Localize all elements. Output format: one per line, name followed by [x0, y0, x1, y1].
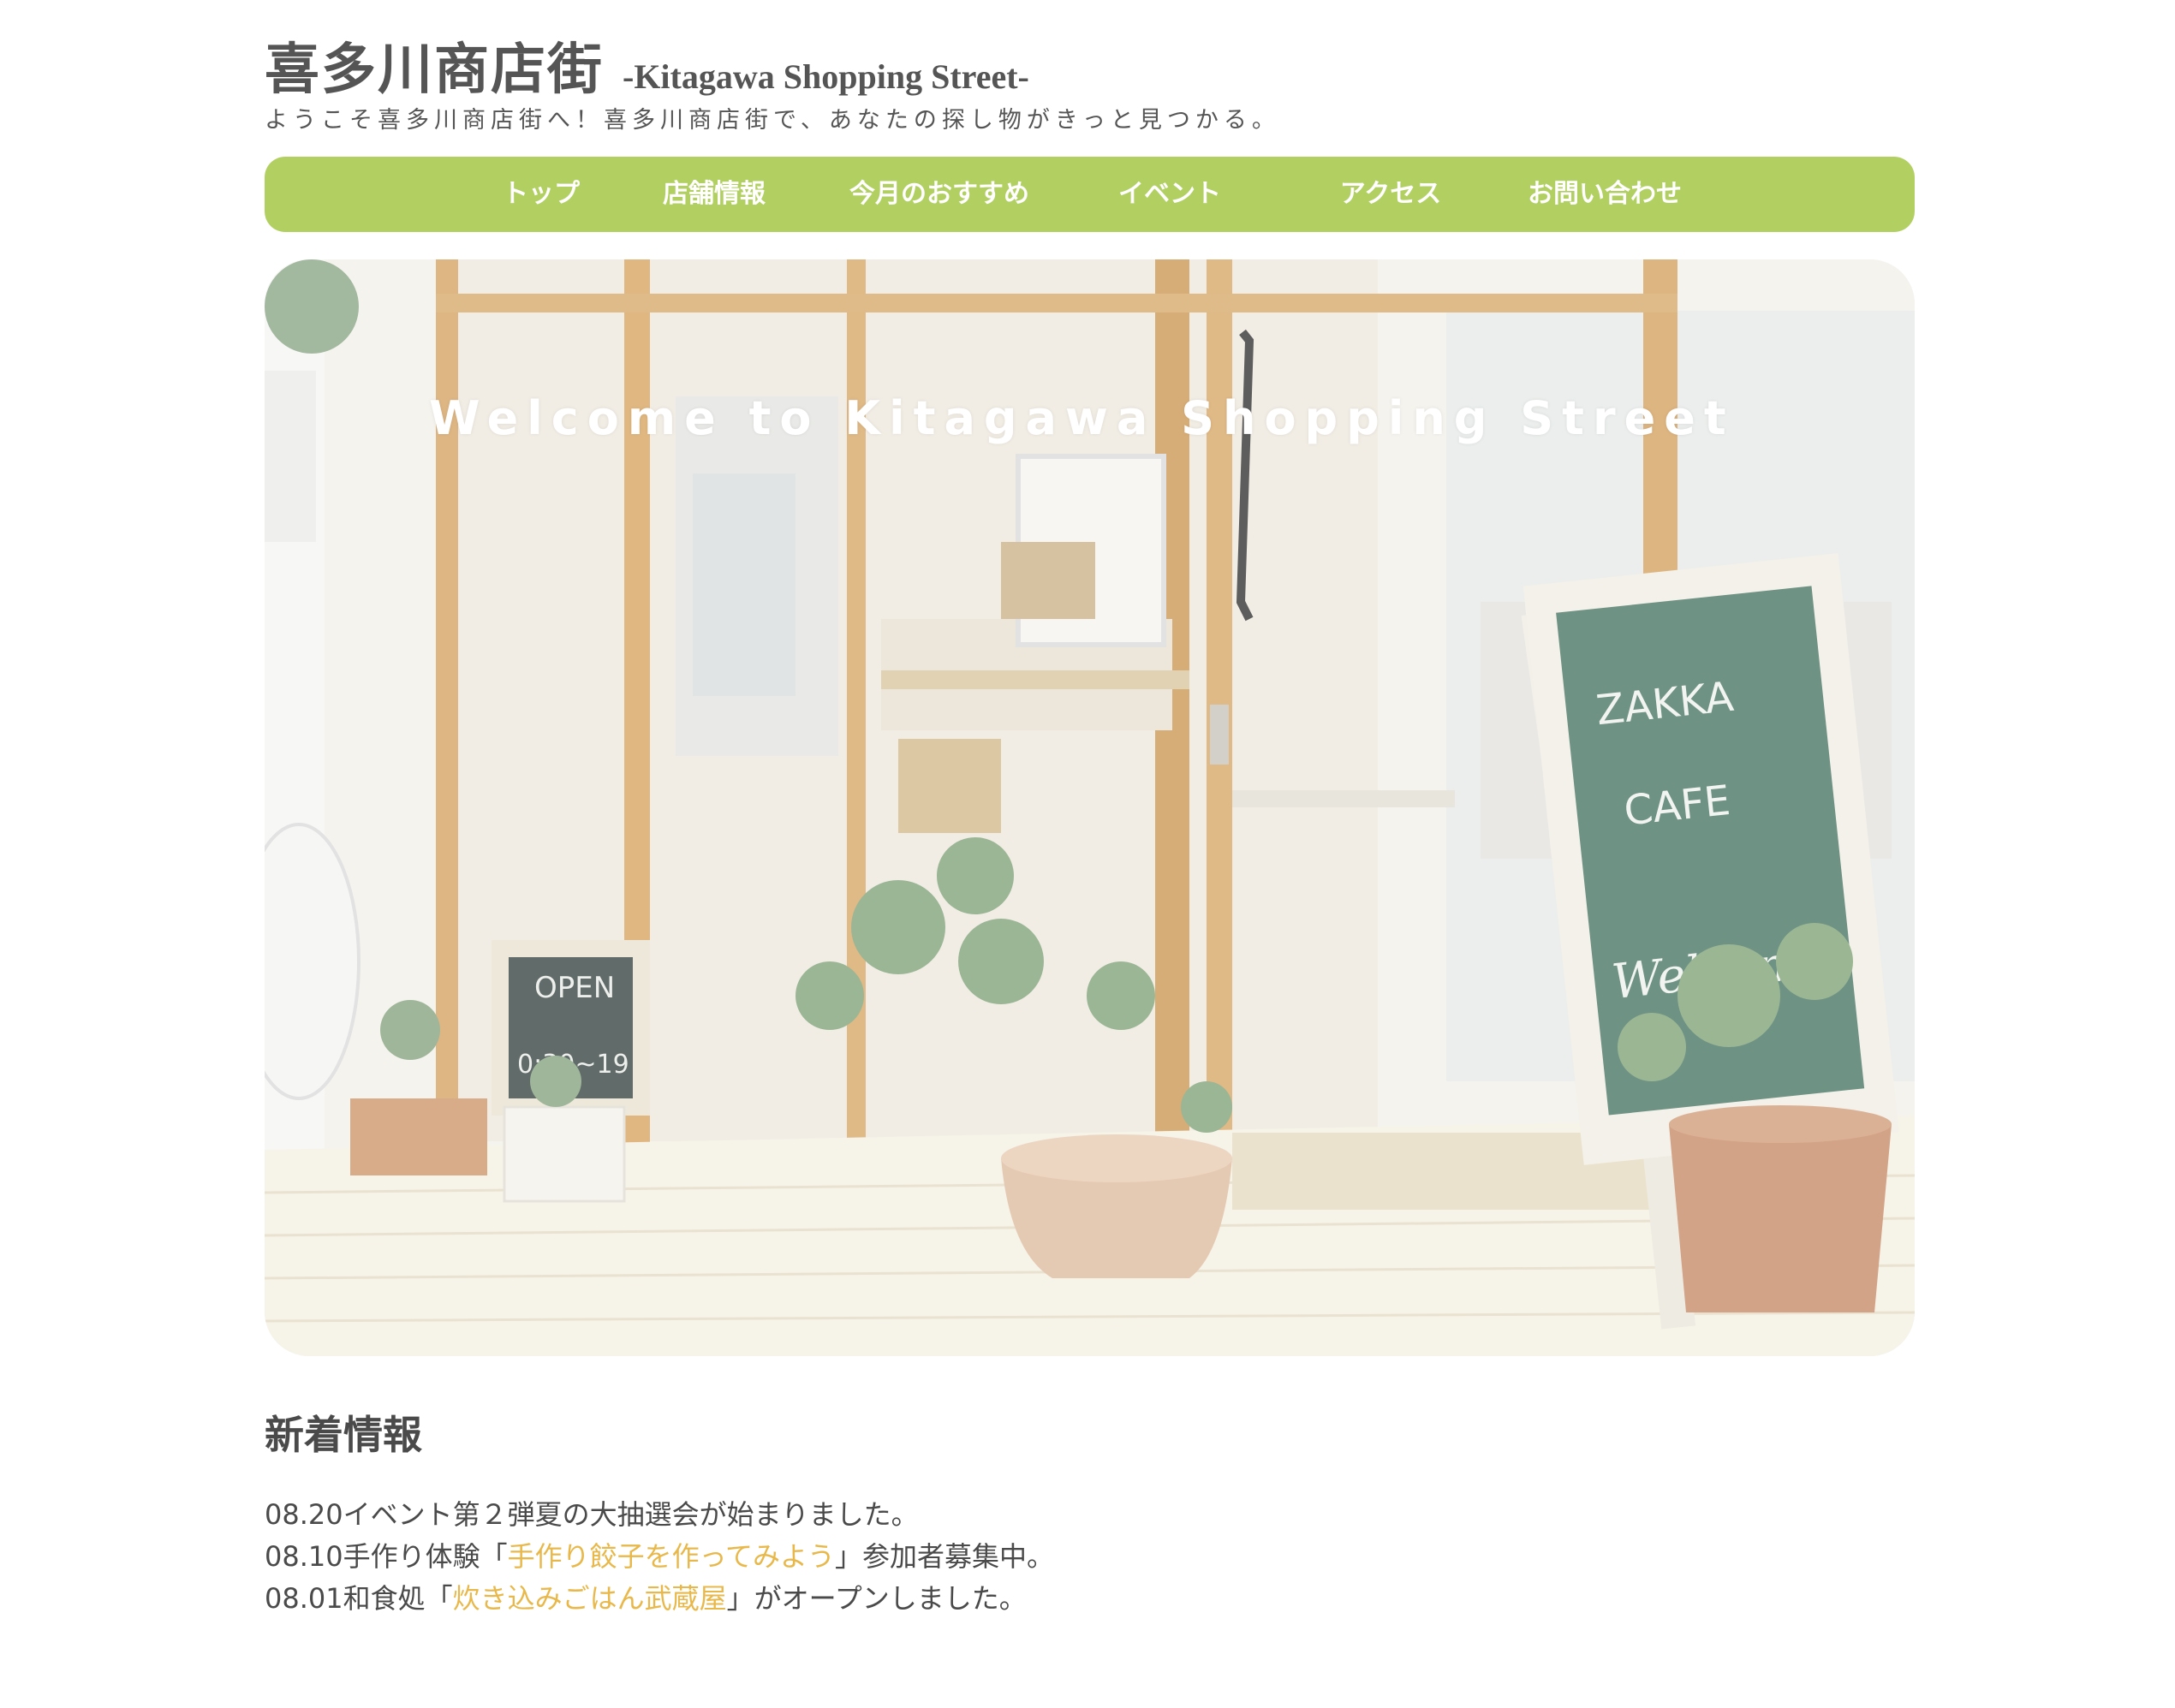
news-text: 」参加者募集中。 — [835, 1540, 1055, 1573]
site-tagline: ようこそ喜多川商店街へ！喜多川商店街で、あなたの探し物がきっと見つかる。 — [265, 107, 1280, 134]
nav-item-shops[interactable]: 店舗情報 — [654, 157, 774, 232]
news-text: 和食処「 — [343, 1582, 453, 1615]
hero-heading: Welcome to Kitagawa Shopping Street — [429, 391, 1735, 445]
news-text: イベント第２弾夏の大抽選会が始まりました。 — [343, 1498, 919, 1531]
nav-item-contact[interactable]: お問い合わせ — [1519, 157, 1690, 232]
news-item: 08.10手作り体験「手作り餃子を作ってみよう」参加者募集中。 — [265, 1536, 1054, 1578]
site-title-japanese: 喜多川商店街 — [265, 38, 604, 102]
news-link-gyoza[interactable]: 手作り餃子を作ってみよう — [508, 1540, 835, 1573]
news-link-musashiya[interactable]: 炊き込みごはん武蔵屋 — [453, 1582, 727, 1615]
news-text: 」がオープンしました。 — [726, 1582, 1027, 1615]
nav-item-access[interactable]: アクセス — [1331, 157, 1451, 232]
news-text: 手作り体験「 — [343, 1540, 508, 1573]
news-list: 08.20イベント第２弾夏の大抽選会が始まりました。 08.10手作り体験「手作… — [265, 1494, 1054, 1620]
nav-item-events[interactable]: イベント — [1110, 157, 1230, 232]
news-item: 08.20イベント第２弾夏の大抽選会が始まりました。 — [265, 1494, 1054, 1536]
news-date: 08.01 — [265, 1582, 343, 1615]
global-nav: トップ 店舗情報 今月のおすすめ イベント アクセス お問い合わせ — [265, 157, 1915, 232]
news-date: 08.20 — [265, 1498, 343, 1531]
news-item: 08.01和食処「炊き込みごはん武蔵屋」がオープンしました。 — [265, 1578, 1054, 1620]
site-title[interactable]: 喜多川商店街 -Kitagawa Shopping Street- — [265, 26, 1029, 104]
hero-image: OPEN 0:30~19 — [265, 259, 1915, 1356]
nav-item-recommend[interactable]: 今月のおすすめ — [841, 157, 1038, 232]
news-heading: 新着情報 — [265, 1412, 422, 1458]
site-title-english: -Kitagawa Shopping Street- — [623, 57, 1029, 96]
news-date: 08.10 — [265, 1540, 343, 1573]
nav-item-top[interactable]: トップ — [494, 157, 588, 232]
